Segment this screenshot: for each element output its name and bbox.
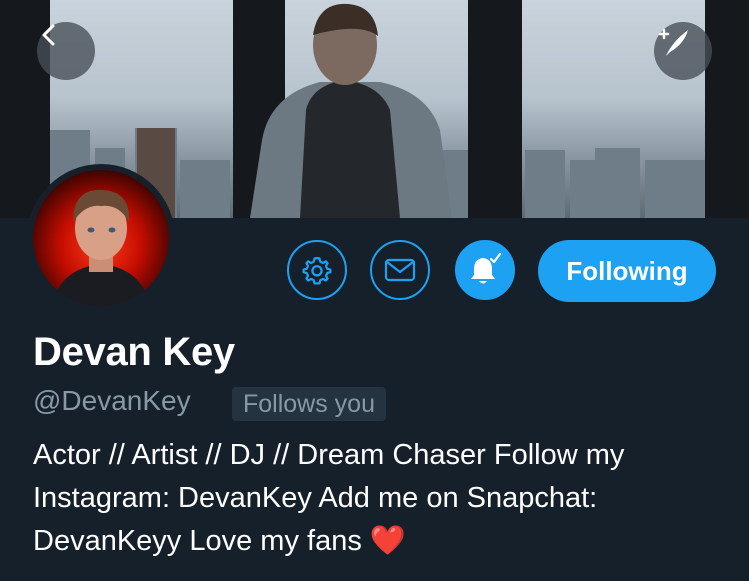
direct-message-button[interactable] (370, 240, 430, 300)
profile-bio: Actor // Artist // DJ // Dream Chaser Fo… (33, 434, 723, 563)
compose-tweet-button[interactable] (654, 22, 712, 80)
envelope-icon (384, 258, 416, 282)
avatar[interactable] (33, 170, 169, 306)
compose-quill-icon (658, 28, 688, 56)
following-button[interactable]: Following (538, 240, 716, 302)
display-name: Devan Key (33, 330, 235, 374)
chevron-left-icon (42, 24, 55, 46)
heart-emoji: ❤️ (369, 525, 406, 557)
bio-text: Actor // Artist // DJ // Dream Chaser Fo… (33, 439, 625, 557)
back-button[interactable] (37, 22, 95, 80)
follows-you-badge: Follows you (232, 387, 386, 421)
profile-settings-button[interactable] (287, 240, 347, 300)
avatar-image (51, 189, 151, 306)
gear-icon (302, 256, 332, 285)
user-handle[interactable]: @DevanKey (33, 385, 191, 417)
bell-check-icon (471, 252, 502, 284)
notifications-button[interactable] (455, 240, 515, 300)
avatar-frame (27, 164, 175, 312)
